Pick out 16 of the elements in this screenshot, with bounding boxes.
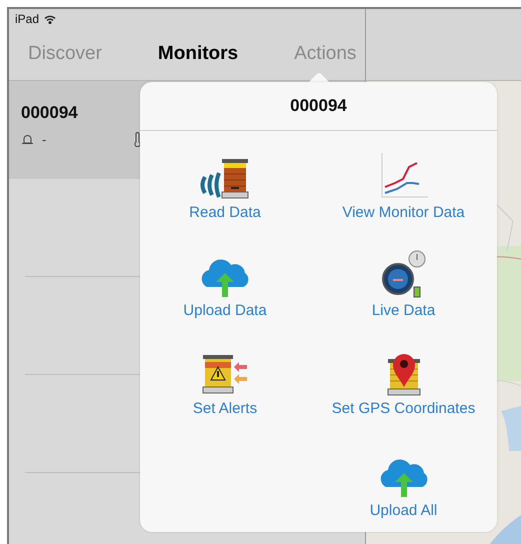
- tab[interactable]: Actions: [286, 39, 364, 69]
- popover-title: 000094: [290, 96, 347, 116]
- action-button[interactable]: Upload Data: [140, 229, 310, 327]
- alert-reading: -: [42, 132, 48, 147]
- tab[interactable]: Discover: [20, 39, 110, 69]
- action-button[interactable]: Live Data: [310, 229, 497, 327]
- device-name: iPad: [15, 12, 40, 26]
- wifi-icon: [44, 14, 56, 24]
- monitor-name: 000094: [21, 103, 78, 123]
- action-button[interactable]: Read Data: [140, 131, 310, 229]
- thermometer-icon: [134, 132, 141, 147]
- action-button[interactable]: Set Alerts: [140, 327, 310, 425]
- action-button[interactable]: View Monitor Data: [310, 131, 497, 229]
- tab[interactable]: Monitors: [150, 39, 246, 69]
- hive-signal-icon: [199, 157, 251, 201]
- bell-icon: [21, 134, 34, 145]
